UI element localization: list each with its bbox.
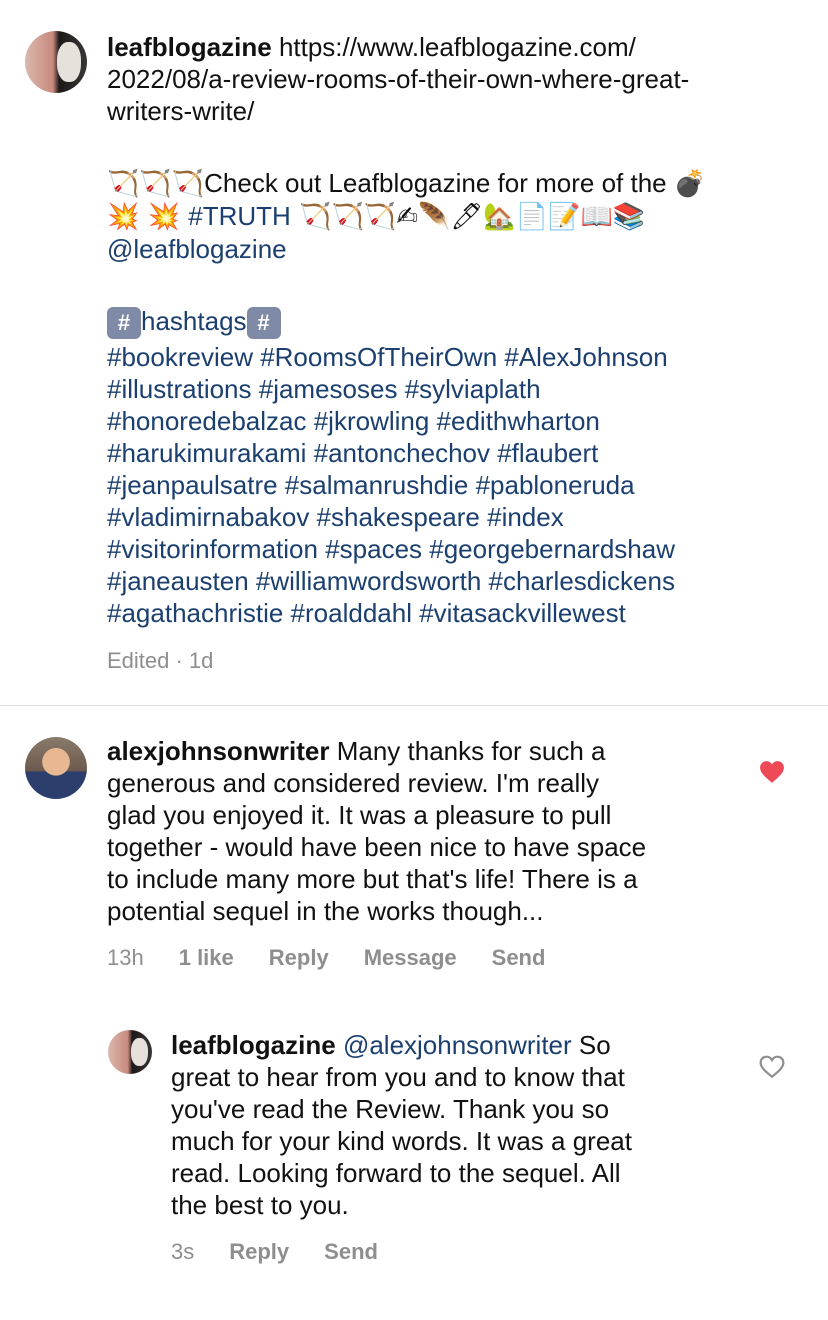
reply-time: 3s	[171, 1239, 195, 1264]
comment-text: potential sequel in the works though...	[107, 896, 544, 926]
caption-mention[interactable]: @leafblogazine	[107, 233, 807, 265]
reply-text: read. Looking forward to the sequel. All	[171, 1158, 621, 1188]
reply-text: great to hear from you and to know that	[171, 1062, 625, 1092]
comment-likes[interactable]: 1 like	[179, 945, 234, 971]
hashtags-heading: hashtags	[141, 306, 247, 336]
hashtag-line[interactable]: #honoredebalzac #jkrowling #edithwharton	[107, 405, 807, 437]
caption-emoji-line-1: 🏹🏹🏹Check out Leafblogazine for more of t…	[107, 167, 807, 200]
caption-divider	[0, 705, 828, 706]
send-button[interactable]: Send	[324, 1239, 378, 1265]
reply-text: So	[571, 1030, 611, 1060]
heart-filled-icon[interactable]	[759, 760, 785, 784]
caption-emoji-line-2: 💥 💥 #TRUTH 🏹🏹🏹✍🪶🖊🏡📄📝📖📚	[107, 200, 807, 233]
post-url-part-2[interactable]: 2022/08/a-review-rooms-of-their-own-wher…	[107, 63, 807, 95]
reply-line: leafblogazine @alexjohnsonwriter So	[171, 1029, 751, 1061]
hashtag-line[interactable]: #vladimirnabakov #shakespeare #index	[107, 501, 807, 533]
comment-time: 13h	[107, 945, 144, 970]
caption-promo-text: Check out Leafblogazine for more of the	[204, 168, 674, 198]
comment-text: Many thanks for such a	[329, 736, 606, 766]
hash-keycap-icon: #	[246, 307, 281, 340]
reply-text: the best to you.	[171, 1190, 349, 1220]
reply-username[interactable]: leafblogazine	[171, 1030, 336, 1060]
hashtag-line[interactable]: #agathachristie #roalddahl #vitasackvill…	[107, 597, 807, 629]
reply-mention[interactable]: @alexjohnsonwriter	[343, 1030, 572, 1060]
reply-actions: 3s Reply Send	[171, 1239, 413, 1265]
caption-url-line-1: leafblogazine https://www.leafblogazine.…	[107, 31, 807, 63]
send-button[interactable]: Send	[492, 945, 546, 971]
comment-actions: 13h 1 like Reply Message Send	[107, 945, 580, 971]
post-edited-time: Edited · 1d	[107, 648, 214, 673]
bomb-icon: 💣	[673, 169, 707, 199]
comment-line: alexjohnsonwriter Many thanks for such a	[107, 735, 747, 767]
hashtag-line[interactable]: #visitorinformation #spaces #georgeberna…	[107, 533, 807, 565]
reply-text: much for your kind words. It was a great	[171, 1126, 632, 1156]
reply-author-avatar[interactable]	[108, 1030, 152, 1074]
comment-text: together - would have been nice to have …	[107, 832, 647, 862]
hashtag-line[interactable]: #harukimurakami #antonchechov #flaubert	[107, 437, 807, 469]
post-caption: leafblogazine https://www.leafblogazine.…	[107, 31, 807, 629]
post-url-part-3[interactable]: writers-write/	[107, 95, 807, 127]
collision-icon: 💥 💥	[107, 202, 189, 232]
bow-and-arrow-icon: 🏹🏹🏹	[107, 169, 205, 199]
comment-body: alexjohnsonwriter Many thanks for such a…	[107, 735, 747, 927]
hash-keycap-icon: #	[107, 307, 141, 340]
heart-outline-icon[interactable]	[759, 1055, 785, 1079]
hashtag-line[interactable]: #jeanpaulsatre #salmanrushdie #pabloneru…	[107, 469, 807, 501]
hashtag-line[interactable]: #illustrations #jamesoses #sylviaplath	[107, 373, 807, 405]
post-username[interactable]: leafblogazine	[107, 32, 272, 62]
message-button[interactable]: Message	[364, 945, 457, 971]
reply-text: you've read the Review. Thank you so	[171, 1094, 610, 1124]
reply-button[interactable]: Reply	[269, 945, 329, 971]
writing-icons: 🏹🏹🏹✍🪶🖊🏡📄📝📖📚	[290, 202, 646, 232]
reply-button[interactable]: Reply	[229, 1239, 289, 1265]
hashtag-line[interactable]: #janeausten #williamwordsworth #charlesd…	[107, 565, 807, 597]
comment-text: generous and considered review. I'm real…	[107, 768, 600, 798]
comment-text: glad you enjoyed it. It was a pleasure t…	[107, 800, 612, 830]
reply-body: leafblogazine @alexjohnsonwriter So grea…	[171, 1029, 751, 1221]
comment-username[interactable]: alexjohnsonwriter	[107, 736, 330, 766]
truth-hashtag[interactable]: #TRUTH	[188, 201, 291, 231]
hashtags-heading-row: # hashtags #	[107, 305, 807, 341]
post-meta: Edited · 1d	[107, 648, 248, 674]
hashtag-line[interactable]: #bookreview #RoomsOfTheirOwn #AlexJohnso…	[107, 341, 807, 373]
post-author-avatar[interactable]	[25, 31, 87, 93]
post-url-part-1[interactable]: https://www.leafblogazine.com/	[279, 32, 636, 62]
comment-text: to include many more but that's life! Th…	[107, 864, 638, 894]
commenter-avatar[interactable]	[25, 737, 87, 799]
